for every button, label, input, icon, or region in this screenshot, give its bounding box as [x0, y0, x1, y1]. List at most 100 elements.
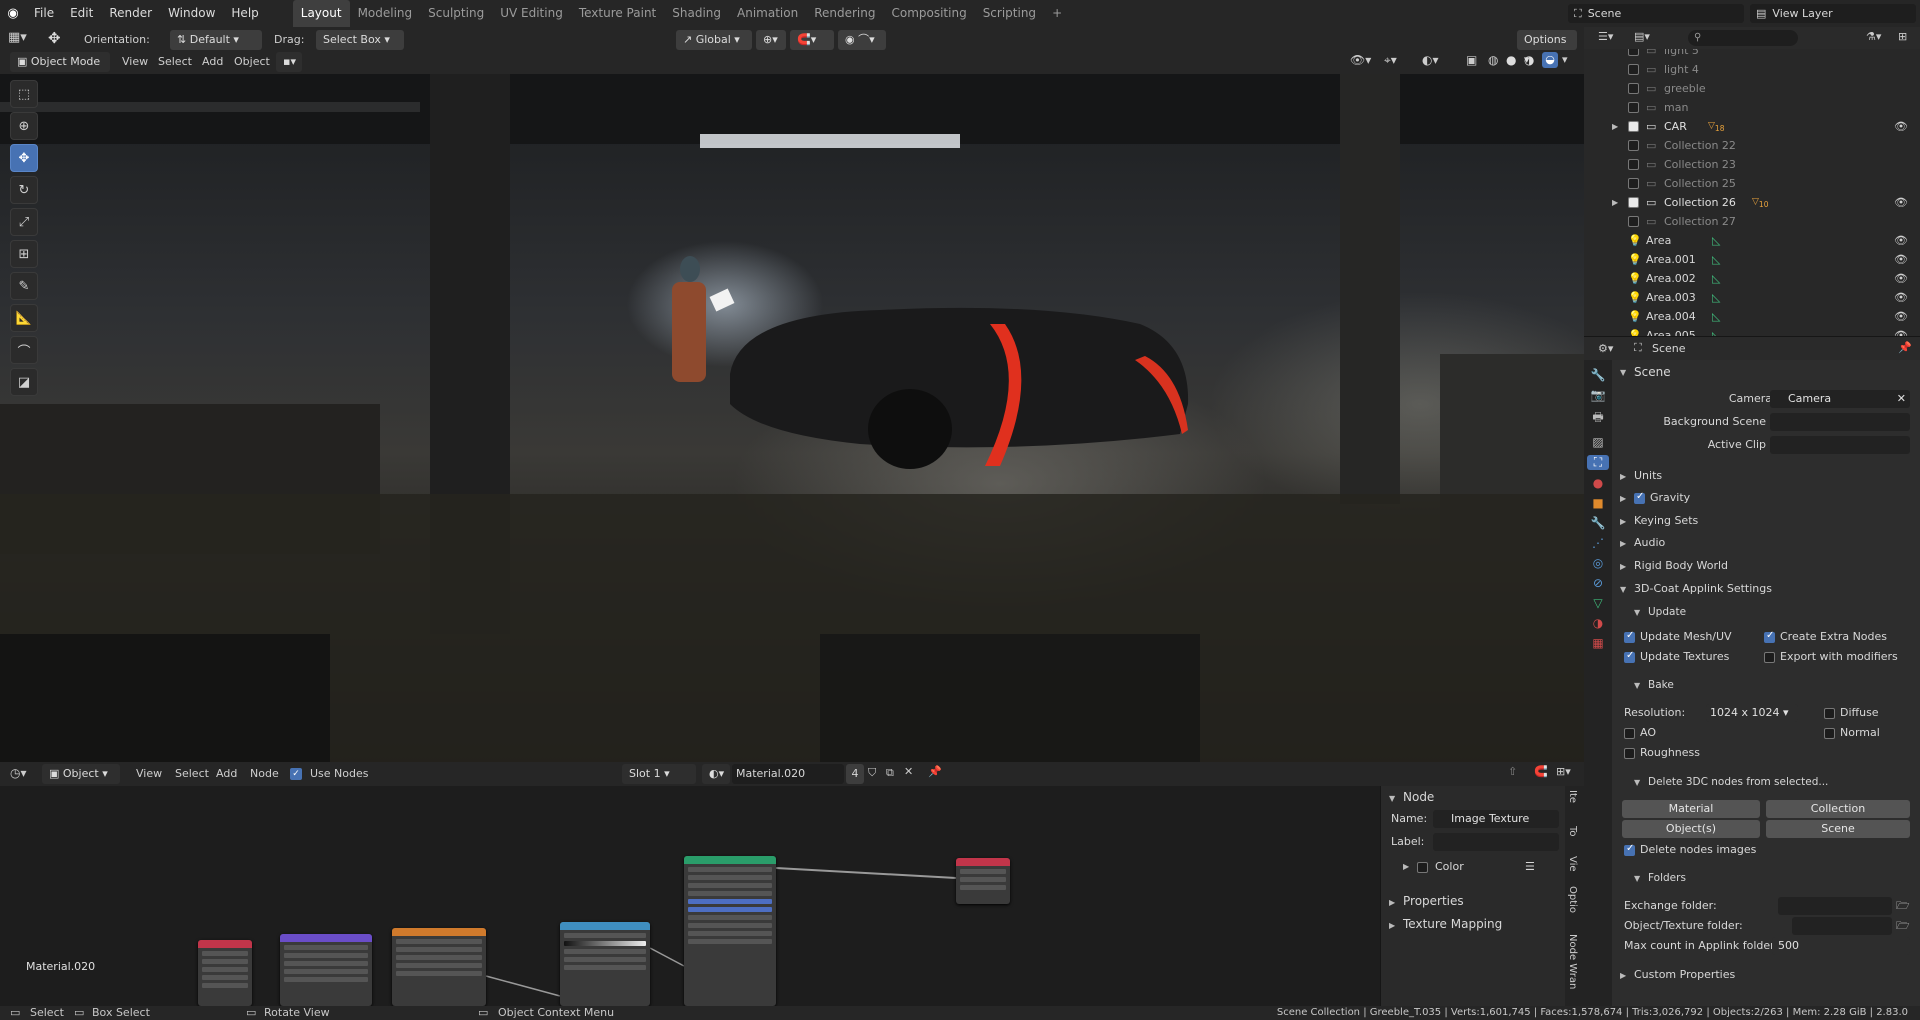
texture-coordinate-node[interactable] [198, 940, 252, 1006]
visibility-eye-icon[interactable]: 👁 [1894, 269, 1908, 288]
slot-dropdown[interactable]: Slot 1 ▾ [622, 764, 696, 784]
outliner-row[interactable]: ▶ ▭ Collection 26 ▽10 👁 [1584, 193, 1920, 212]
gravity-panel[interactable]: Gravity [1650, 489, 1690, 507]
object-texture-folder-field[interactable] [1792, 917, 1892, 935]
pivot-dropdown[interactable]: ⊕▾ [756, 30, 786, 50]
material-tab-icon[interactable]: ◑ [1593, 616, 1603, 630]
outliner-row[interactable]: 💡 Area.004 ◺ 👁 [1584, 307, 1920, 326]
material-shading-icon[interactable]: ◑ [1524, 53, 1534, 67]
rigid-body-world-panel[interactable]: Rigid Body World [1634, 557, 1728, 575]
units-toggle-icon[interactable]: ▶ [1620, 472, 1626, 481]
material-output-node[interactable] [956, 858, 1010, 904]
ne-menu-view[interactable]: View [136, 764, 162, 784]
solid-shading-icon[interactable]: ● [1506, 53, 1516, 67]
cursor-tool-icon[interactable]: ⊕ [10, 112, 38, 140]
wireframe-shading-icon[interactable]: ◍ [1488, 53, 1498, 67]
rotate-tool-icon[interactable]: ↻ [10, 176, 38, 204]
tab-sculpting[interactable]: Sculpting [420, 0, 492, 27]
tab-uv-editing[interactable]: UV Editing [492, 0, 571, 27]
parent-node-icon[interactable]: ⇧ [1508, 765, 1517, 778]
node-options-icon[interactable]: ⊞▾ [1556, 765, 1571, 778]
visibility-eye-icon[interactable]: 👁 [1894, 193, 1908, 212]
tab-texture-paint[interactable]: Texture Paint [571, 0, 664, 27]
add-cube-tool-icon[interactable]: ⌒ [10, 336, 38, 364]
shader-type-dropdown[interactable]: ▣ Object ▾ [42, 764, 120, 784]
roughness-checkbox[interactable] [1624, 748, 1635, 759]
tab-layout[interactable]: Layout [292, 0, 350, 27]
texture-tab-icon[interactable]: ▦ [1592, 636, 1603, 650]
outliner-row[interactable]: ▭ Collection 25 [1584, 174, 1920, 193]
tab-scripting[interactable]: Scripting [975, 0, 1044, 27]
update-toggle-icon[interactable]: ▼ [1634, 608, 1640, 617]
exclude-checkbox[interactable] [1628, 159, 1639, 170]
outliner-row[interactable]: ▭ light 4 [1584, 60, 1920, 79]
active-clip-field[interactable] [1770, 436, 1910, 454]
object-tab-icon[interactable]: ■ [1592, 496, 1603, 510]
snap-toggle[interactable]: 🧲▾ [790, 30, 834, 50]
exclude-checkbox[interactable] [1628, 83, 1639, 94]
node-label-field[interactable] [1433, 833, 1559, 851]
rendered-shading-icon[interactable]: ◒ [1542, 52, 1558, 68]
exclude-checkbox[interactable] [1628, 49, 1639, 56]
add-workspace-icon[interactable]: + [1044, 0, 1070, 27]
select-box-tool-icon[interactable]: ⬚ [10, 80, 38, 108]
color-list-icon[interactable]: ☰ [1525, 858, 1535, 876]
snap-node-icon[interactable]: 🧲 [1534, 765, 1548, 778]
outliner-row[interactable]: 💡 Area.002 ◺ 👁 [1584, 269, 1920, 288]
mapping-node[interactable] [280, 934, 372, 1006]
view-layer-tab-icon[interactable]: ▨ [1592, 435, 1603, 449]
data-tab-icon[interactable]: ▽ [1593, 596, 1602, 610]
particles-tab-icon[interactable]: ⋰ [1592, 536, 1604, 550]
transform-gizmo-icon[interactable]: ✥ [48, 29, 61, 47]
constraints-tab-icon[interactable]: ⊘ [1593, 576, 1603, 590]
texture-mapping-toggle-icon[interactable]: ▶ [1389, 921, 1395, 930]
user-count[interactable]: 4 [846, 764, 864, 784]
visibility-eye-icon[interactable]: 👁 [1894, 250, 1908, 269]
outliner-row[interactable]: 💡 Area.003 ◺ 👁 [1584, 288, 1920, 307]
physics-tab-icon[interactable]: ◎ [1593, 556, 1603, 570]
color-checkbox[interactable] [1417, 862, 1428, 873]
filter-icon[interactable]: ⚗▾ [1866, 30, 1881, 43]
options-dropdown[interactable]: Options ▾ [1517, 30, 1577, 66]
menu-edit[interactable]: Edit [62, 0, 101, 27]
material-browse-icon[interactable]: ◐▾ [702, 764, 730, 784]
diffuse-checkbox[interactable] [1824, 708, 1835, 719]
tab-rendering[interactable]: Rendering [806, 0, 883, 27]
outliner-row[interactable]: ▭ light 5 [1584, 49, 1920, 60]
outliner-row[interactable]: ▭ Collection 22 [1584, 136, 1920, 155]
delete-3dc-toggle-icon[interactable]: ▼ [1634, 778, 1640, 787]
update-subpanel[interactable]: Update [1648, 603, 1686, 621]
ne-menu-select[interactable]: Select [175, 764, 209, 784]
object-type-dropdown[interactable]: ▪▾ [276, 52, 302, 72]
audio-toggle-icon[interactable]: ▶ [1620, 539, 1626, 548]
add-object-tool-icon[interactable]: ◪ [10, 368, 38, 396]
exclude-checkbox[interactable] [1628, 121, 1639, 132]
fake-user-icon[interactable]: ⛉ [868, 766, 876, 780]
overlay-icon[interactable]: ◐▾ [1422, 53, 1439, 67]
scale-tool-icon[interactable]: ⤢ [10, 208, 38, 236]
tab-tool[interactable]: To [1567, 826, 1578, 837]
visibility-icon[interactable]: 👁▾ [1350, 53, 1371, 67]
tab-shading[interactable]: Shading [664, 0, 729, 27]
delete-3dc-subpanel[interactable]: Delete 3DC nodes from selected... [1648, 773, 1828, 791]
ao-checkbox[interactable] [1624, 728, 1635, 739]
properties-toggle-icon[interactable]: ▶ [1389, 898, 1395, 907]
rigid-body-toggle-icon[interactable]: ▶ [1620, 562, 1626, 571]
visibility-eye-icon[interactable]: 👁 [1894, 117, 1908, 136]
proportional-edit-toggle[interactable]: ◉ ⌒▾ [838, 30, 886, 50]
expand-icon[interactable]: ▶ [1612, 117, 1618, 136]
3d-viewport[interactable]: ⬚ ⊕ ✥ ↻ ⤢ ⊞ ✎ 📐 ⌒ ◪ [0, 74, 1584, 762]
menu-select[interactable]: Select [158, 52, 192, 72]
folders-subpanel[interactable]: Folders [1648, 869, 1686, 887]
tab-view[interactable]: Vie [1567, 856, 1578, 872]
scene-tab-icon[interactable]: ⛶ [1587, 455, 1609, 470]
update-textures-checkbox[interactable] [1624, 650, 1635, 663]
menu-render[interactable]: Render [101, 0, 160, 27]
delete-nodes-images-checkbox[interactable] [1624, 843, 1635, 856]
exclude-checkbox[interactable] [1628, 64, 1639, 75]
create-extra-nodes-checkbox[interactable] [1764, 630, 1775, 643]
gravity-checkbox[interactable] [1634, 491, 1645, 504]
bake-subpanel[interactable]: Bake [1648, 676, 1674, 694]
outliner-row[interactable]: ▭ Collection 23 [1584, 155, 1920, 174]
update-mesh-uv-checkbox[interactable] [1624, 630, 1635, 643]
